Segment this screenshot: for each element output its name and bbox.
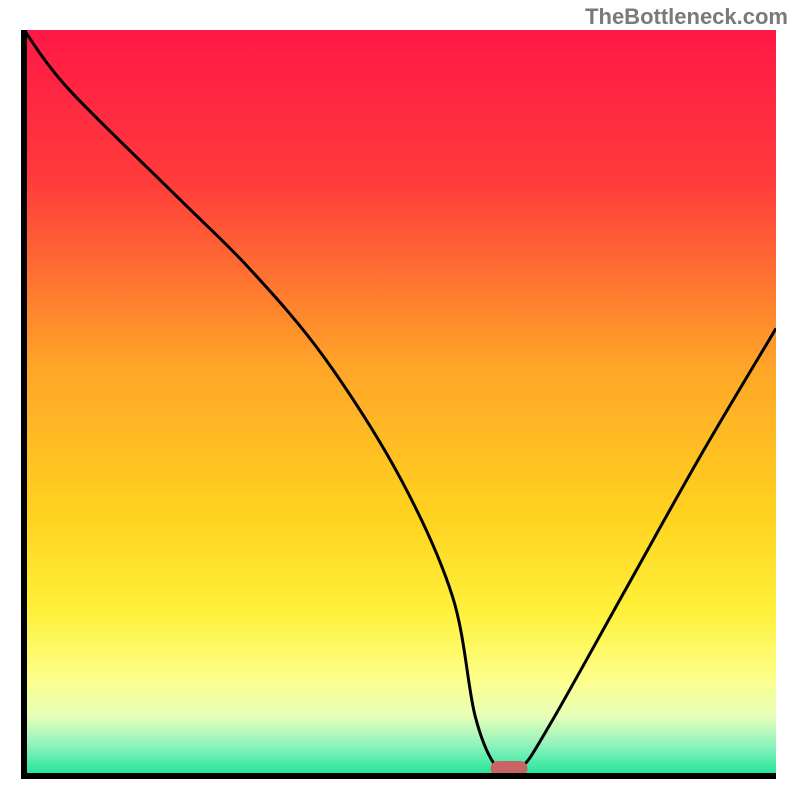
bottleneck-chart [0,0,800,800]
watermark-text: TheBottleneck.com [585,4,788,30]
gradient-background [24,30,776,776]
chart-container: TheBottleneck.com [0,0,800,800]
